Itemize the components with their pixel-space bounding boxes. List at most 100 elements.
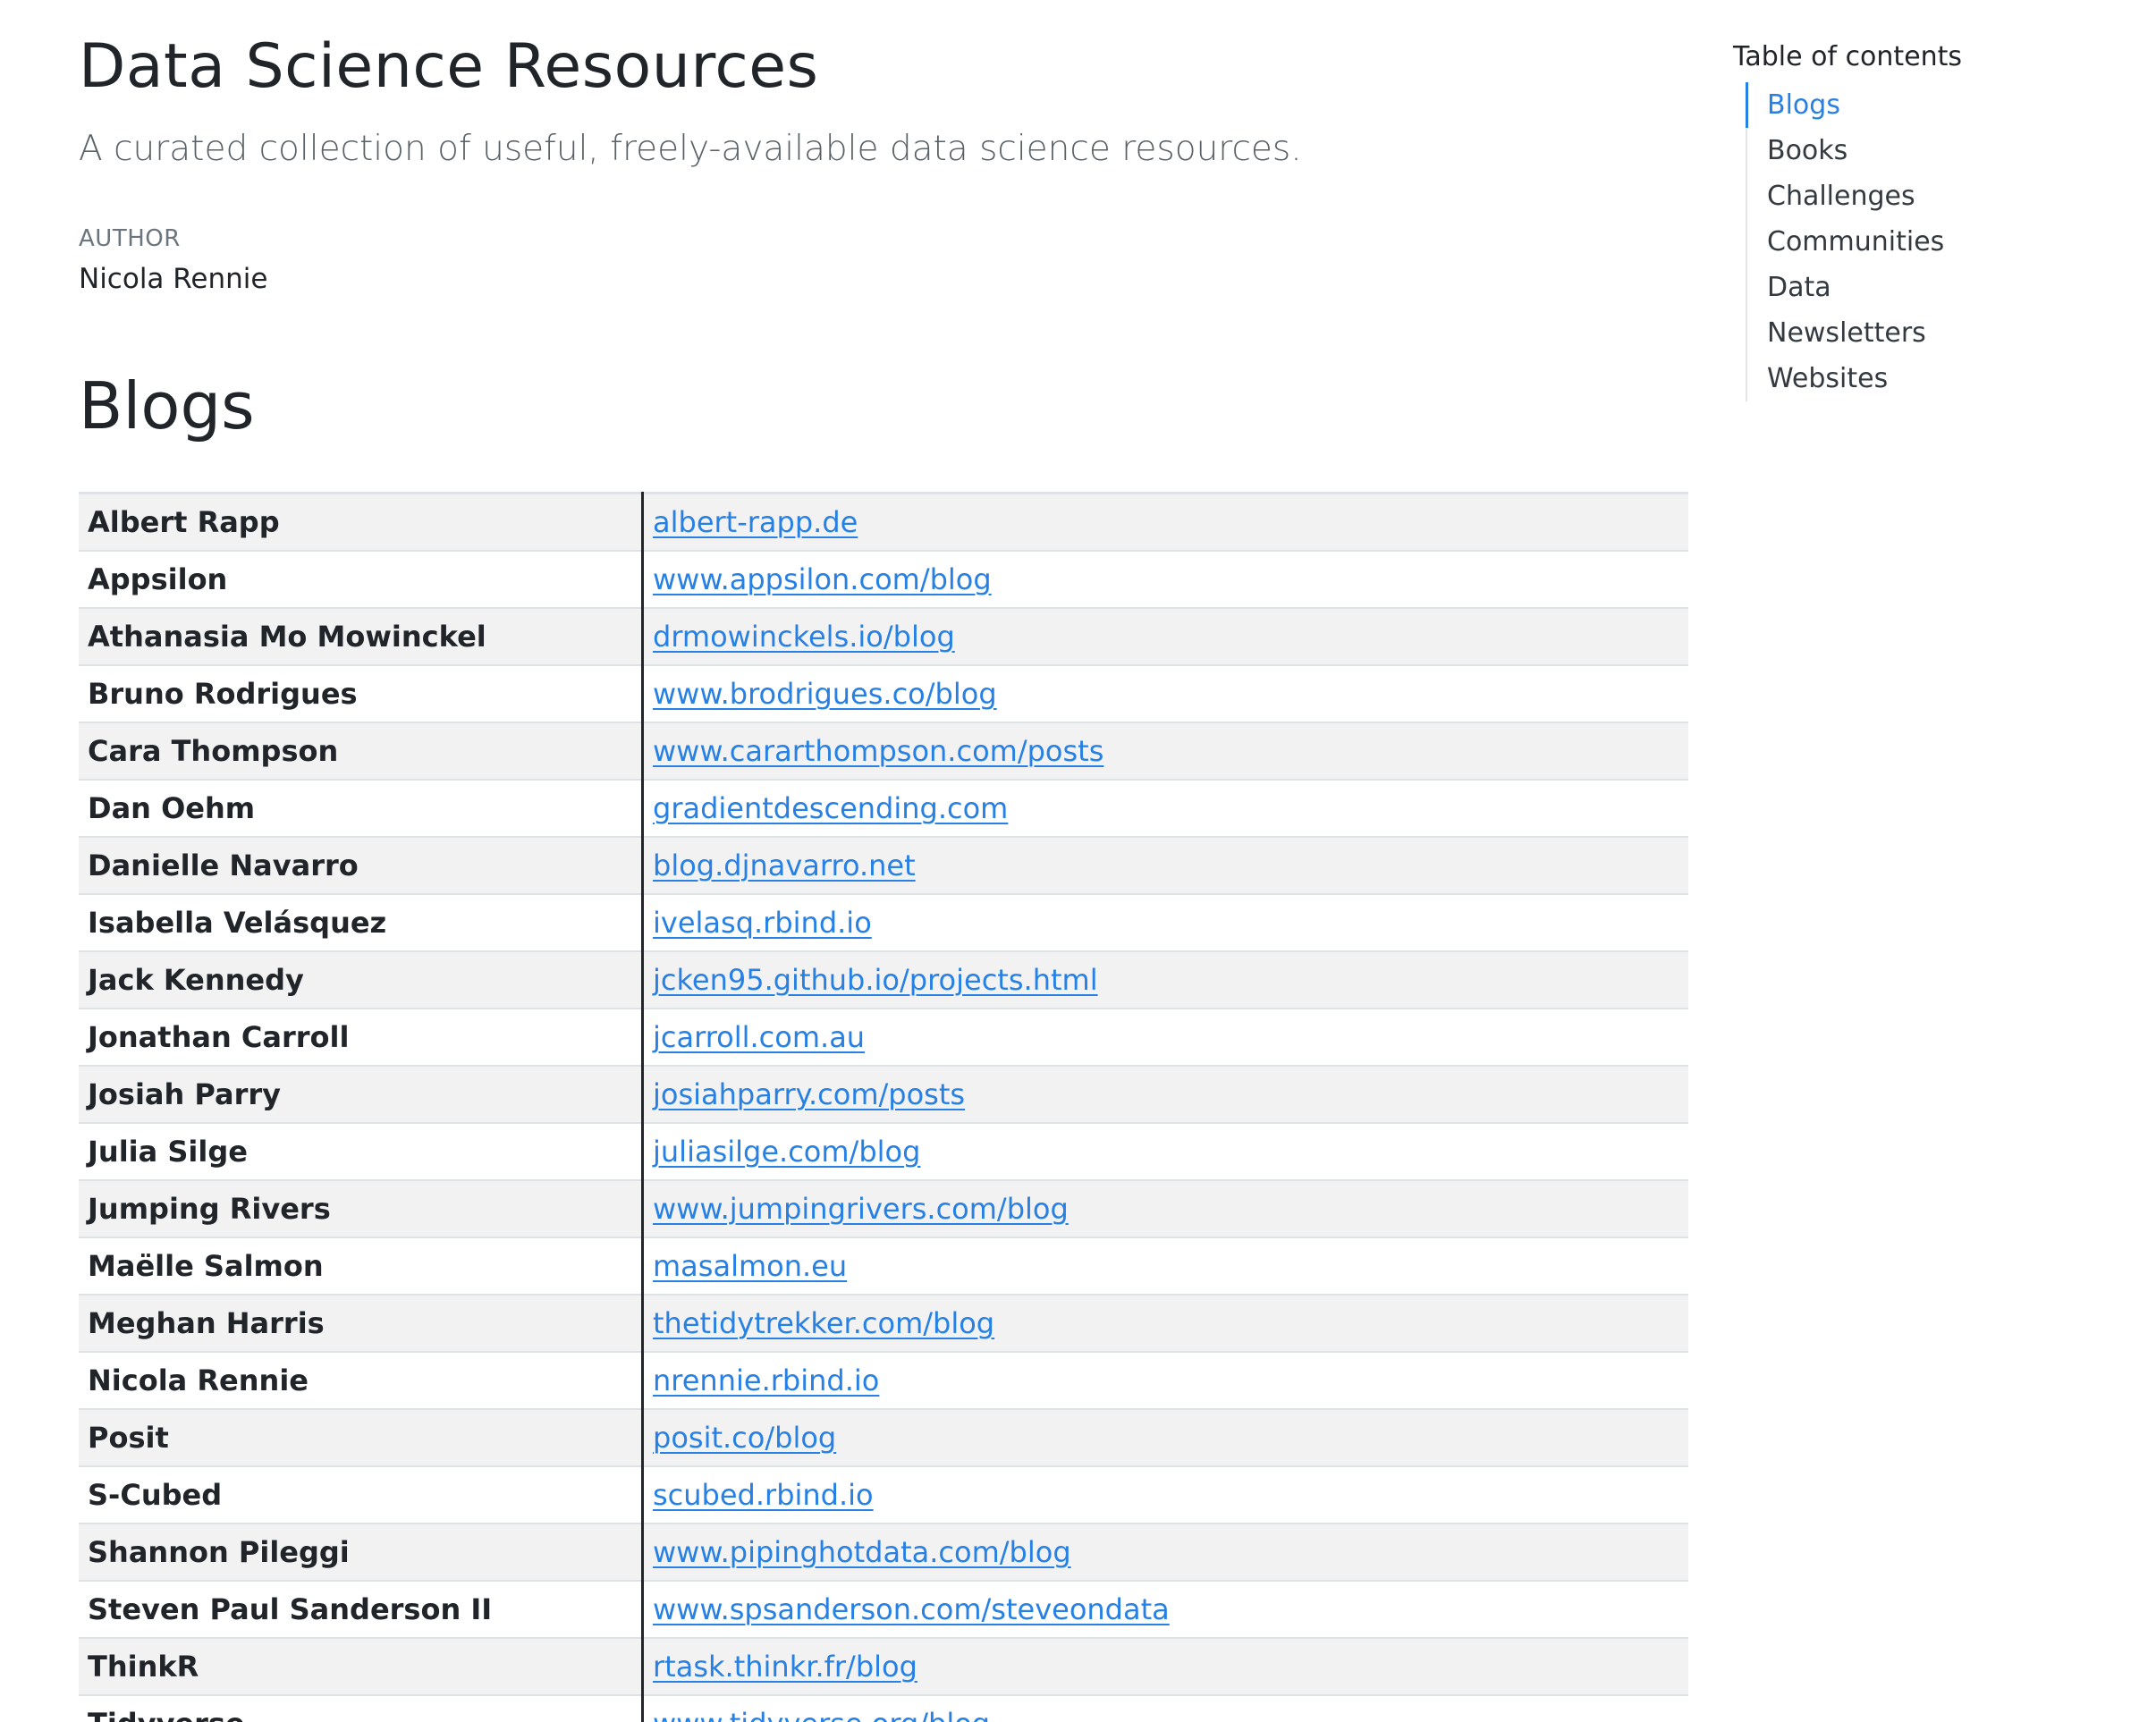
- blog-link[interactable]: juliasilge.com/blog: [653, 1135, 920, 1169]
- blog-name-cell: Dan Oehm: [79, 778, 644, 837]
- table-row: Josiah Parry josiahparry.com/posts: [79, 1064, 1688, 1123]
- blog-link[interactable]: scubed.rbind.io: [653, 1478, 874, 1512]
- blog-link[interactable]: ivelasq.rbind.io: [653, 906, 872, 940]
- table-row: Athanasia Mo Mowinckel drmowinckels.io/bl…: [79, 606, 1688, 665]
- blog-name-cell: Jack Kennedy: [79, 950, 644, 1009]
- table-row: Bruno Rodrigues www.brodrigues.co/blog: [79, 663, 1688, 722]
- main-content: Data Science Resources A curated collect…: [79, 27, 1688, 1722]
- blog-link[interactable]: jcken95.github.io/projects.html: [653, 963, 1098, 997]
- blog-link[interactable]: rtask.thinkr.fr/blog: [653, 1650, 917, 1684]
- blog-link-cell: www.brodrigues.co/blog: [642, 663, 1688, 722]
- toc-list: Blogs Books Challenges Communities Data Newsl…: [1746, 82, 2118, 401]
- section-heading-blogs: Blogs: [79, 368, 255, 443]
- table-row: Jumping Rivers www.jumpingrivers.com/blog: [79, 1178, 1688, 1237]
- blog-name-cell: Tidyverse: [79, 1693, 644, 1722]
- blog-link[interactable]: www.spsanderson.com/steveondata: [653, 1592, 1170, 1626]
- page-subtitle: A curated collection of useful, freely-a…: [79, 129, 1302, 169]
- blog-link-cell: gradientdescending.com: [642, 778, 1688, 837]
- blog-link[interactable]: jcarroll.com.au: [653, 1020, 865, 1054]
- blog-name-cell: S-Cubed: [79, 1465, 644, 1524]
- table-row: Maëlle Salmon masalmon.eu: [79, 1236, 1688, 1295]
- table-row: Julia Silge juliasilge.com/blog: [79, 1121, 1688, 1180]
- table-row: Albert Rapp albert-rapp.de: [79, 492, 1688, 551]
- blog-link-cell: josiahparry.com/posts: [642, 1064, 1688, 1123]
- toc-item-books[interactable]: Books: [1767, 128, 2118, 173]
- blog-name-cell: Jonathan Carroll: [79, 1007, 644, 1066]
- blog-link-cell: posit.co/blog: [642, 1407, 1688, 1466]
- blog-link-cell: thetidytrekker.com/blog: [642, 1293, 1688, 1352]
- blog-name-cell: Meghan Harris: [79, 1293, 644, 1352]
- table-row: Posit posit.co/blog: [79, 1407, 1688, 1466]
- table-row: Jonathan Carroll jcarroll.com.au: [79, 1007, 1688, 1066]
- blog-name-cell: Nicola Rennie: [79, 1350, 644, 1409]
- blog-name-cell: Shannon Pileggi: [79, 1522, 644, 1581]
- blog-name-cell: Isabella Velásquez: [79, 892, 644, 951]
- blog-link-cell: blog.djnavarro.net: [642, 835, 1688, 894]
- blog-link-cell: drmowinckels.io/blog: [642, 606, 1688, 665]
- blog-name-cell: Jumping Rivers: [79, 1178, 644, 1237]
- blog-link-cell: www.tidyverse.org/blog: [642, 1693, 1688, 1722]
- blog-link-cell: ivelasq.rbind.io: [642, 892, 1688, 951]
- blog-name-cell: Athanasia Mo Mowinckel: [79, 606, 644, 665]
- toc-item-blogs[interactable]: Blogs: [1746, 82, 2118, 128]
- table-row: Meghan Harris thetidytrekker.com/blog: [79, 1293, 1688, 1352]
- blog-link[interactable]: blog.djnavarro.net: [653, 848, 916, 882]
- blog-name-cell: Danielle Navarro: [79, 835, 644, 894]
- blog-link[interactable]: thetidytrekker.com/blog: [653, 1306, 994, 1340]
- blog-link[interactable]: drmowinckels.io/blog: [653, 620, 955, 654]
- toc-item-communities[interactable]: Communities: [1767, 219, 2118, 265]
- table-row: Appsilon www.appsilon.com/blog: [79, 549, 1688, 608]
- blogs-table-body: Albert Rapp albert-rapp.de Appsilon www.app…: [79, 492, 1688, 1722]
- table-row: Cara Thompson www.cararthompson.com/posts: [79, 721, 1688, 780]
- table-row: Jack Kennedy jcken95.github.io/projects.h…: [79, 950, 1688, 1009]
- blog-link-cell: rtask.thinkr.fr/blog: [642, 1636, 1688, 1695]
- table-row: Steven Paul Sanderson II www.spsanderson.…: [79, 1579, 1688, 1638]
- blog-name-cell: Julia Silge: [79, 1121, 644, 1180]
- blog-link[interactable]: www.brodrigues.co/blog: [653, 677, 997, 711]
- blog-link-cell: scubed.rbind.io: [642, 1465, 1688, 1524]
- table-of-contents: Table of contents Blogs Books Challenges Co…: [1733, 39, 2118, 401]
- blog-link[interactable]: josiahparry.com/posts: [653, 1077, 965, 1111]
- blog-name-cell: ThinkR: [79, 1636, 644, 1695]
- blog-name-cell: Cara Thompson: [79, 721, 644, 780]
- toc-item-challenges[interactable]: Challenges: [1767, 173, 2118, 219]
- toc-item-data[interactable]: Data: [1767, 265, 2118, 310]
- blog-link-cell: albert-rapp.de: [642, 492, 1688, 551]
- table-row: ThinkR rtask.thinkr.fr/blog: [79, 1636, 1688, 1695]
- toc-title: Table of contents: [1733, 41, 1963, 72]
- blog-link[interactable]: www.appsilon.com/blog: [653, 562, 992, 596]
- blog-link-cell: www.jumpingrivers.com/blog: [642, 1178, 1688, 1237]
- blog-link-cell: www.pipinghotdata.com/blog: [642, 1522, 1688, 1581]
- blog-link[interactable]: www.tidyverse.org/blog: [653, 1707, 990, 1722]
- page-title: Data Science Resources: [79, 31, 819, 102]
- blog-link[interactable]: posit.co/blog: [653, 1421, 836, 1455]
- blog-link[interactable]: albert-rapp.de: [653, 505, 858, 539]
- table-row: Shannon Pileggi www.pipinghotdata.com/blo…: [79, 1522, 1688, 1581]
- blog-name-cell: Albert Rapp: [79, 492, 644, 551]
- blog-link[interactable]: www.pipinghotdata.com/blog: [653, 1535, 1071, 1569]
- blog-link[interactable]: nrennie.rbind.io: [653, 1363, 879, 1397]
- toc-item-websites[interactable]: Websites: [1767, 356, 2118, 401]
- blog-link-cell: nrennie.rbind.io: [642, 1350, 1688, 1409]
- blog-link[interactable]: www.cararthompson.com/posts: [653, 734, 1103, 768]
- blog-link-cell: jcken95.github.io/projects.html: [642, 950, 1688, 1009]
- blog-name-cell: Josiah Parry: [79, 1064, 644, 1123]
- table-row: Isabella Velásquez ivelasq.rbind.io: [79, 892, 1688, 951]
- table-row: Tidyverse www.tidyverse.org/blog: [79, 1693, 1688, 1722]
- blog-link-cell: jcarroll.com.au: [642, 1007, 1688, 1066]
- blogs-table: Albert Rapp albert-rapp.de Appsilon www.app…: [79, 492, 1688, 1722]
- blog-link-cell: juliasilge.com/blog: [642, 1121, 1688, 1180]
- blog-link[interactable]: masalmon.eu: [653, 1249, 847, 1283]
- blog-link-cell: www.spsanderson.com/steveondata: [642, 1579, 1688, 1638]
- blog-link[interactable]: www.jumpingrivers.com/blog: [653, 1192, 1069, 1226]
- blog-name-cell: Bruno Rodrigues: [79, 663, 644, 722]
- blog-link[interactable]: gradientdescending.com: [653, 791, 1008, 825]
- author-label: AUTHOR: [79, 225, 181, 252]
- blog-link-cell: www.appsilon.com/blog: [642, 549, 1688, 608]
- blog-name-cell: Posit: [79, 1407, 644, 1466]
- toc-item-newsletters[interactable]: Newsletters: [1767, 310, 2118, 356]
- blog-name-cell: Maëlle Salmon: [79, 1236, 644, 1295]
- table-row: Danielle Navarro blog.djnavarro.net: [79, 835, 1688, 894]
- blog-name-cell: Steven Paul Sanderson II: [79, 1579, 644, 1638]
- table-row: Dan Oehm gradientdescending.com: [79, 778, 1688, 837]
